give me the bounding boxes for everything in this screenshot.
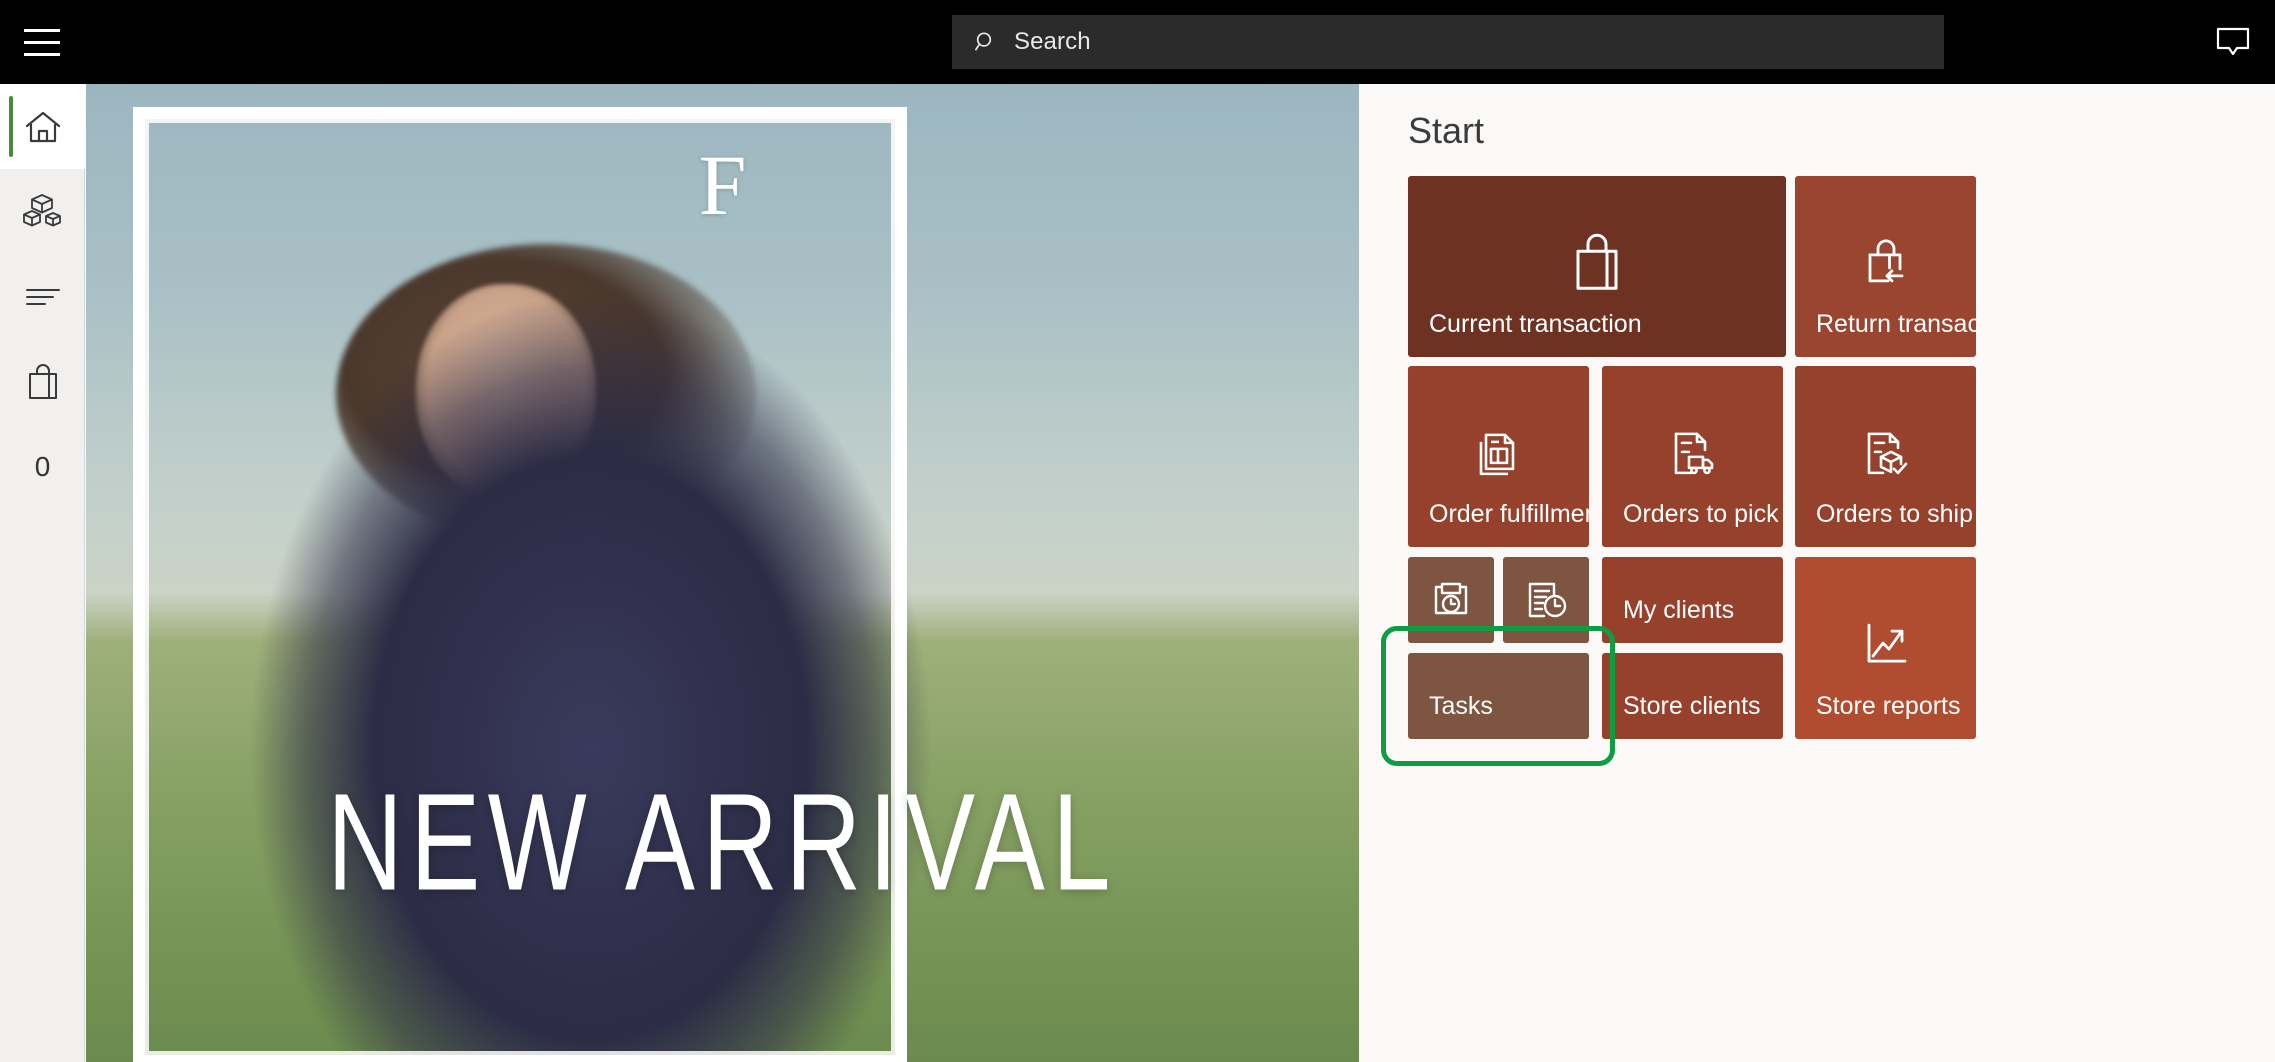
trending-up-chart-icon <box>1795 621 1976 669</box>
tile-label: Return transaction <box>1816 310 1976 338</box>
tile-tasks[interactable]: Tasks <box>1408 653 1589 739</box>
time-clock-icon <box>1408 579 1494 621</box>
tile-orders-to-pick-up[interactable]: Orders to pick up <box>1602 366 1783 547</box>
products-icon <box>22 193 63 231</box>
search-icon <box>975 31 997 53</box>
top-bar: Search <box>0 0 2275 84</box>
bag-return-arrow-icon <box>1795 237 1976 289</box>
tile-orders-to-ship[interactable]: Orders to ship <box>1795 366 1976 547</box>
sidebar-item-cart[interactable] <box>0 339 85 424</box>
tile-label: Tasks <box>1429 692 1493 720</box>
tile-order-fulfillment[interactable]: Order fulfillment <box>1408 366 1589 547</box>
tile-return-transaction[interactable]: Return transaction <box>1795 176 1976 357</box>
hero-banner: F NEW ARRIVAL <box>86 84 1359 1062</box>
tile-store-clients[interactable]: Store clients <box>1602 653 1783 739</box>
tile-store-reports[interactable]: Store reports <box>1795 557 1976 739</box>
sidebar-item-products[interactable] <box>0 169 85 254</box>
hero-brand-logo: F <box>698 137 747 233</box>
tile-label: Order fulfillment <box>1429 500 1589 528</box>
hamburger-menu-icon[interactable] <box>0 0 84 84</box>
sidebar-item-list[interactable] <box>0 254 85 339</box>
tile-timesheet[interactable] <box>1503 557 1589 643</box>
shopping-bag-icon <box>1408 232 1786 294</box>
search-input[interactable]: Search <box>952 15 1944 69</box>
tile-label: Store clients <box>1623 692 1761 720</box>
list-icon <box>25 286 61 308</box>
tile-my-clients[interactable]: My clients <box>1602 557 1783 643</box>
tile-label: Store reports <box>1816 692 1961 720</box>
bag-icon <box>27 363 59 401</box>
home-icon <box>24 109 62 145</box>
documents-icon <box>1408 427 1589 479</box>
timesheet-clock-icon <box>1503 579 1589 621</box>
hamburger-line <box>24 28 60 32</box>
search-placeholder: Search <box>1014 28 1091 55</box>
sidebar: 0 <box>0 84 85 1062</box>
document-truck-icon <box>1602 427 1783 479</box>
hamburger-line <box>24 52 60 56</box>
sidebar-item-home[interactable] <box>0 84 85 169</box>
hamburger-line <box>24 40 60 44</box>
chat-bubble-icon[interactable] <box>2191 0 2275 84</box>
sidebar-cart-count: 0 <box>34 450 51 482</box>
tile-time-clock[interactable] <box>1408 557 1494 643</box>
tile-label: Current transaction <box>1429 310 1642 338</box>
hero-headline: NEW ARRIVAL <box>327 765 1118 920</box>
start-panel: Start Current transaction Return transac… <box>1359 84 2275 1062</box>
page-title: Start <box>1408 110 1485 151</box>
document-box-check-icon <box>1795 427 1976 479</box>
tile-label: My clients <box>1623 596 1735 624</box>
tile-label: Orders to ship <box>1816 500 1974 528</box>
tile-current-transaction[interactable]: Current transaction <box>1408 176 1786 357</box>
tile-label: Orders to pick up <box>1623 500 1783 528</box>
